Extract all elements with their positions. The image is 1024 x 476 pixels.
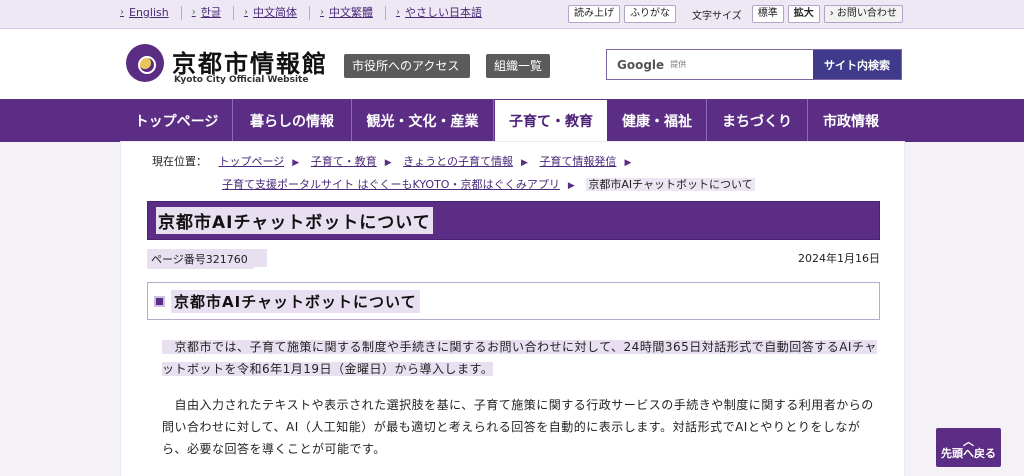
nav-item-top-page[interactable]: トップページ (121, 99, 233, 142)
lang-link-chinese-traditional[interactable]: › 中文繁體 (320, 6, 386, 20)
font-size-label: 文字サイズ (692, 10, 742, 22)
nav-item-town-planning[interactable]: まちづくり (707, 99, 808, 142)
triangle-right-icon: ▶ (624, 158, 632, 168)
triangle-right-icon: ▶ (567, 181, 575, 191)
triangle-right-icon: ▶ (521, 158, 528, 168)
site-search: Google 提供 サイト内検索 (606, 49, 902, 80)
back-to-top-button[interactable]: ︿ 先頭へ戻る (936, 428, 1001, 467)
utility-bar: › English › 한글 › 中文简体 › 中文繁體 › やさしい日本語 読み上げ ふ… (0, 0, 1024, 29)
chevron-right-icon: › (395, 7, 400, 18)
page-number: ページ番号321760 (147, 249, 254, 269)
breadcrumb-link[interactable]: 子育て・教育 (311, 155, 377, 168)
left-margin (0, 142, 121, 476)
site-header: 京都市情報館 Kyoto City Official Website 市役所への… (0, 30, 1024, 100)
triangle-right-icon: ▶ (292, 158, 300, 168)
breadcrumb-link[interactable]: きょうとの子育て情報 (403, 155, 513, 168)
chevron-right-icon: › (191, 7, 196, 18)
nav-item-health[interactable]: 健康・福祉 (608, 99, 707, 142)
search-provided-label: 提供 (670, 60, 687, 69)
google-logo: Google (617, 57, 665, 72)
kyoto-city-emblem-icon[interactable] (126, 44, 164, 82)
furigana-button[interactable]: ふりがな (624, 5, 676, 23)
chevron-right-icon: › (120, 7, 124, 18)
section-heading: 京都市AIチャットボットについて (147, 282, 880, 320)
page-title: 京都市AIチャットボットについて (156, 207, 433, 234)
breadcrumb-link[interactable]: トップページ (219, 155, 285, 168)
intro-paragraph: 京都市では、子育て施策に関する制度や手続きに関するお問い合わせに対して、24時間… (162, 336, 878, 380)
lang-link-korean[interactable]: › 한글 (192, 6, 234, 20)
contact-button[interactable]: › お問い合わせ (823, 5, 903, 23)
intro-text: 京都市では、子育て施策に関する制度や手続きに関するお問い合わせに対して、24時間… (162, 340, 877, 376)
lang-link-easy-japanese[interactable]: › やさしい日本語 (396, 6, 494, 20)
organization-list-button[interactable]: 組織一覧 (486, 54, 550, 78)
chevron-right-icon: › (829, 8, 837, 19)
city-hall-access-button[interactable]: 市役所へのアクセス (344, 54, 470, 78)
right-margin (904, 142, 1024, 476)
page-title-bar: 京都市AIチャットボットについて (147, 201, 880, 240)
site-subtitle: Kyoto City Official Website (174, 75, 309, 85)
triangle-right-icon: ▶ (384, 158, 392, 168)
section-title: 京都市AIチャットボットについて (171, 289, 420, 313)
nav-item-city-government[interactable]: 市政情報 (808, 99, 894, 142)
breadcrumb-link[interactable]: 子育て情報発信 (539, 155, 616, 168)
global-nav: トップページ 暮らしの情報 観光・文化・産業 子育て・教育 健康・福祉 まちづく… (0, 99, 1024, 142)
font-large-button[interactable]: 拡大 (787, 5, 820, 23)
search-input[interactable]: Google 提供 (607, 50, 813, 79)
chevron-up-icon: ︿ (963, 434, 974, 448)
nav-item-childcare[interactable]: 子育て・教育 (494, 99, 608, 142)
site-search-button[interactable]: サイト内検索 (813, 50, 901, 79)
chevron-right-icon: › (243, 7, 248, 18)
breadcrumb: 現在位置： トップページ ▶ 子育て・教育 ▶ きょうとの子育て情報 ▶ 子育て情報発… (152, 151, 832, 197)
nav-item-tourism[interactable]: 観光・文化・産業 (352, 99, 494, 142)
breadcrumb-current: 京都市AIチャットボットについて (586, 178, 755, 191)
breadcrumb-label: 現在位置： (152, 155, 207, 168)
chevron-right-icon: › (319, 7, 324, 18)
description-paragraph: 自由入力されたテキストや表示された選択肢を基に、子育て施策に関する行政サービスの… (162, 398, 874, 456)
font-standard-button[interactable]: 標準 (751, 5, 784, 23)
read-aloud-button[interactable]: 読み上げ (568, 5, 620, 23)
lang-link-chinese-simplified[interactable]: › 中文简体 (244, 6, 310, 20)
accessibility-tools: 読み上げ ふりがな 文字サイズ 標準 拡大 › お問い合わせ (564, 5, 903, 23)
lang-link-english[interactable]: › English (120, 6, 182, 20)
site-title[interactable]: 京都市情報館 (172, 44, 328, 79)
breadcrumb-link[interactable]: 子育て支援ポータルサイト はぐくーもKYOTO・京都はぐくみアプリ (222, 178, 560, 191)
language-links: › English › 한글 › 中文简体 › 中文繁體 › やさしい日本語 (120, 6, 504, 20)
back-to-top-label: 先頭へ戻る (941, 446, 996, 460)
nav-item-living[interactable]: 暮らしの情報 (233, 99, 352, 142)
square-bullet-icon (154, 295, 165, 307)
update-date: 2024年1月16日 (798, 252, 880, 265)
